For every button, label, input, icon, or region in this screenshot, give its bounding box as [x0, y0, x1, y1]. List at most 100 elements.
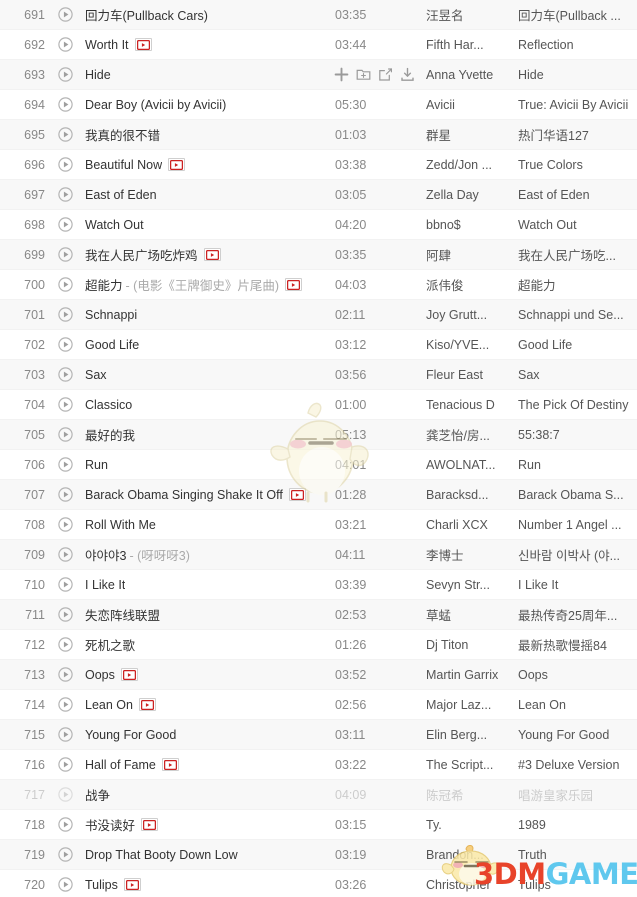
mv-badge[interactable] — [123, 878, 141, 891]
play-button[interactable] — [52, 697, 78, 712]
mv-video-icon[interactable] — [140, 699, 154, 710]
play-circle-icon[interactable] — [57, 397, 73, 412]
play-button[interactable] — [52, 607, 78, 622]
mv-badge[interactable] — [284, 278, 302, 291]
play-circle-icon[interactable] — [57, 97, 73, 112]
play-button[interactable] — [52, 217, 78, 232]
table-row[interactable]: 700 超能力 - (电影《王牌御史》片尾曲) 04:03 派伟俊 超能力 — [0, 270, 637, 300]
track-album[interactable]: Lean On — [518, 698, 637, 712]
mv-video-icon[interactable] — [286, 279, 300, 290]
track-artist[interactable]: Ty. — [426, 818, 518, 832]
play-circle-icon[interactable] — [57, 187, 73, 202]
table-row[interactable]: 720 Tulips 03:26 Christopher Tulips — [0, 870, 637, 897]
track-album[interactable]: Run — [518, 458, 637, 472]
mv-badge[interactable] — [203, 248, 221, 261]
track-title-cell[interactable]: Watch Out — [78, 218, 332, 232]
track-album[interactable]: #3 Deluxe Version — [518, 758, 637, 772]
table-row[interactable]: 716 Hall of Fame 03:22 The Script... #3 Delu… — [0, 750, 637, 780]
mv-video-icon[interactable] — [125, 879, 139, 890]
row-action-buttons[interactable] — [332, 67, 426, 82]
track-artist[interactable]: Elin Berg... — [426, 728, 518, 742]
track-artist[interactable]: Charli XCX — [426, 518, 518, 532]
track-album[interactable]: True Colors — [518, 158, 637, 172]
play-button[interactable] — [52, 187, 78, 202]
table-row[interactable]: 703 Sax 03:56 Fleur East Sax — [0, 360, 637, 390]
play-button[interactable] — [52, 667, 78, 682]
play-circle-icon[interactable] — [57, 517, 73, 532]
play-button[interactable] — [52, 397, 78, 412]
track-album[interactable]: Truth — [518, 848, 637, 862]
track-artist[interactable]: The Script... — [426, 758, 518, 772]
mv-video-icon[interactable] — [290, 489, 304, 500]
table-row[interactable]: 706 Run 04:01 AWOLNAT... Run — [0, 450, 637, 480]
track-artist[interactable]: Sevyn Str... — [426, 578, 518, 592]
track-artist[interactable]: Tenacious D — [426, 398, 518, 412]
track-artist[interactable]: Kiso/YVE... — [426, 338, 518, 352]
track-album[interactable]: Tulips — [518, 878, 637, 892]
track-title-cell[interactable]: Hide — [78, 68, 332, 82]
track-album[interactable]: Hide — [518, 68, 637, 82]
table-row[interactable]: 692 Worth It 03:44 Fifth Har... Reflection — [0, 30, 637, 60]
play-button[interactable] — [52, 817, 78, 832]
track-album[interactable]: True: Avicii By Avicii — [518, 98, 637, 112]
track-artist[interactable]: Anna Yvette — [426, 68, 518, 82]
track-title-cell[interactable]: Run — [78, 458, 332, 472]
play-circle-icon[interactable] — [57, 727, 73, 742]
mv-badge[interactable] — [138, 698, 156, 711]
track-title-cell[interactable]: 书没读好 — [78, 815, 332, 834]
play-button[interactable] — [52, 277, 78, 292]
table-row[interactable]: 704 Classico 01:00 Tenacious D The Pick Of D… — [0, 390, 637, 420]
table-row[interactable]: 719 Drop That Booty Down Low 03:19 Brandon.… — [0, 840, 637, 870]
track-title-cell[interactable]: Sax — [78, 368, 332, 382]
track-artist[interactable]: 陈冠希 — [426, 785, 518, 804]
play-circle-icon[interactable] — [57, 637, 73, 652]
add-to-folder-icon[interactable] — [356, 67, 371, 82]
track-album[interactable]: Oops — [518, 668, 637, 682]
table-row[interactable]: 691 回力车(Pullback Cars) 03:35 汪昱名 回力车(Pullbac… — [0, 0, 637, 30]
mv-badge[interactable] — [161, 758, 179, 771]
play-circle-icon[interactable] — [57, 817, 73, 832]
track-title-cell[interactable]: Young For Good — [78, 728, 332, 742]
table-row[interactable]: 693 Hide Anna Yvette Hide — [0, 60, 637, 90]
play-circle-icon[interactable] — [57, 217, 73, 232]
track-artist[interactable]: Zella Day — [426, 188, 518, 202]
mv-badge[interactable] — [288, 488, 306, 501]
track-title-cell[interactable]: 失恋阵线联盟 — [78, 605, 332, 624]
track-title-cell[interactable]: I Like It — [78, 578, 332, 592]
table-row[interactable]: 705 最好的我 05:13 龚芝怡/房... 55:38:7 — [0, 420, 637, 450]
track-artist[interactable]: 阿肆 — [426, 245, 518, 264]
play-button[interactable] — [52, 127, 78, 142]
play-circle-icon[interactable] — [57, 127, 73, 142]
track-artist[interactable]: Dj Titon — [426, 638, 518, 652]
play-button[interactable] — [52, 487, 78, 502]
track-artist[interactable]: 李博士 — [426, 545, 518, 564]
play-button[interactable] — [52, 367, 78, 382]
track-album[interactable]: Barack Obama S... — [518, 488, 637, 502]
mv-video-icon[interactable] — [205, 249, 219, 260]
table-row[interactable]: 698 Watch Out 04:20 bbno$ Watch Out — [0, 210, 637, 240]
track-album[interactable]: 55:38:7 — [518, 428, 637, 442]
table-row[interactable]: 695 我真的很不错 01:03 群星 热门华语127 — [0, 120, 637, 150]
track-album[interactable]: 回力车(Pullback ... — [518, 5, 637, 24]
track-artist[interactable]: 汪昱名 — [426, 5, 518, 24]
track-album[interactable]: 最新热歌慢摇84 — [518, 635, 637, 654]
mv-badge[interactable] — [168, 158, 186, 171]
track-title-cell[interactable]: Classico — [78, 398, 332, 412]
download-icon[interactable] — [400, 67, 415, 82]
play-circle-icon[interactable] — [57, 427, 73, 442]
play-circle-icon[interactable] — [57, 667, 73, 682]
play-circle-icon[interactable] — [57, 307, 73, 322]
track-album[interactable]: Good Life — [518, 338, 637, 352]
track-title-cell[interactable]: 回力车(Pullback Cars) — [78, 5, 332, 24]
play-circle-icon[interactable] — [57, 547, 73, 562]
track-title-cell[interactable]: Lean On — [78, 698, 332, 712]
track-artist[interactable]: 派伟俊 — [426, 275, 518, 294]
track-title-cell[interactable]: 야야야3- (呀呀呀3) — [78, 545, 332, 564]
table-row[interactable]: 709 야야야3- (呀呀呀3) 04:11 李博士 신바람 이박사 (야... — [0, 540, 637, 570]
play-button[interactable] — [52, 877, 78, 892]
track-title-cell[interactable]: Roll With Me — [78, 518, 332, 532]
track-title-cell[interactable]: Barack Obama Singing Shake It Off — [78, 488, 332, 502]
play-circle-icon[interactable] — [57, 367, 73, 382]
play-circle-icon[interactable] — [57, 247, 73, 262]
mv-badge[interactable] — [134, 38, 152, 51]
